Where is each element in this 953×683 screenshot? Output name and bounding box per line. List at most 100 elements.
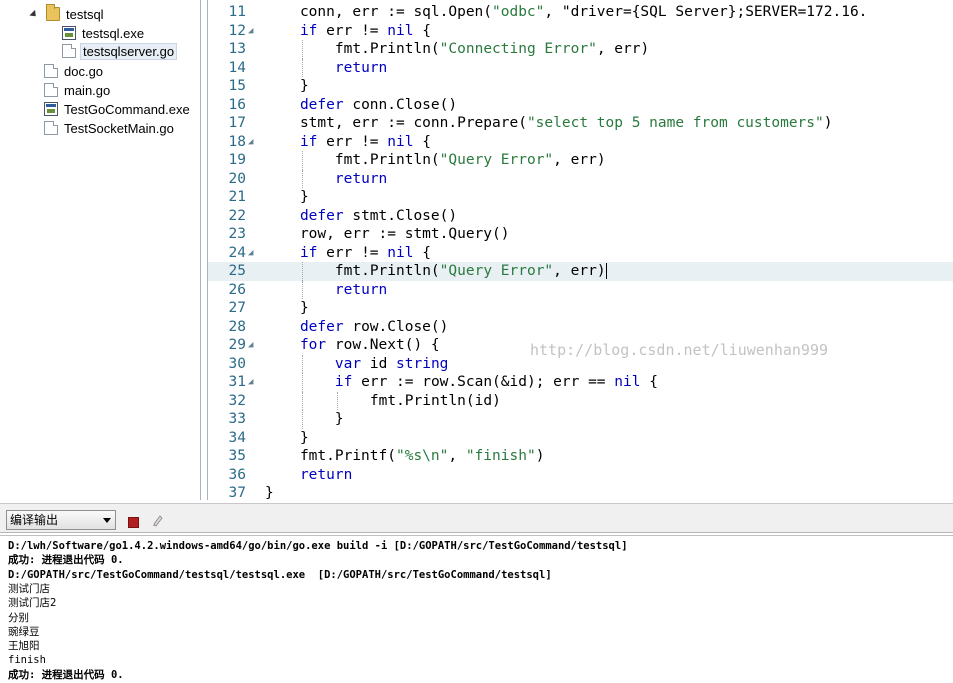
output-line: 测试门店2: [8, 597, 57, 610]
output-line: 分别: [8, 611, 29, 624]
line-number: 18: [228, 133, 246, 150]
line-number: 29: [228, 337, 246, 353]
tree-item-label: doc.go: [64, 63, 104, 79]
tree-file-main-go[interactable]: main.go: [44, 81, 112, 99]
code-line[interactable]: 24 ◢ if err != nil {: [208, 244, 953, 263]
line-number: 35: [228, 448, 246, 464]
code-text: if err != nil {: [299, 244, 431, 261]
clear-output-icon[interactable]: [151, 514, 164, 527]
code-line[interactable]: 23 row, err := stmt.Query(): [208, 225, 953, 244]
tree-item-label: TestSocketMain.go: [64, 120, 174, 136]
indent-guide: [301, 373, 303, 392]
fold-marker-icon[interactable]: ◢: [248, 133, 258, 152]
code-text: defer conn.Close(): [299, 96, 458, 113]
tree-file-testsqlserver-go[interactable]: testsqlserver.go: [62, 42, 178, 60]
code-line[interactable]: 30 var id string: [208, 354, 953, 373]
line-number: 15: [228, 78, 246, 94]
fold-marker-icon[interactable]: ◢: [248, 22, 258, 41]
code-line[interactable]: 14 return: [208, 58, 953, 77]
stop-icon[interactable]: [128, 517, 139, 528]
line-number: 34: [228, 429, 246, 446]
code-line[interactable]: 18 ◢ if err != nil {: [208, 133, 953, 152]
output-line: 成功: 进程退出代码 0.: [8, 668, 124, 681]
tree-item-label: TestGoCommand.exe: [64, 101, 190, 117]
go-file-icon: [44, 121, 58, 135]
code-line[interactable]: 37}: [208, 484, 953, 500]
code-line[interactable]: 15}: [208, 77, 953, 96]
code-line[interactable]: 22 defer stmt.Close(): [208, 207, 953, 226]
fold-marker-icon[interactable]: ◢: [248, 373, 258, 392]
fold-marker-icon[interactable]: ◢: [248, 244, 258, 263]
line-number: 25: [228, 263, 246, 279]
code-text: return: [334, 281, 388, 298]
code-line[interactable]: 12 ◢ if err != nil {: [208, 22, 953, 41]
project-tree: testsql testsql.exe testsqlserver.go doc…: [0, 0, 201, 500]
code-text: row, err := stmt.Query(): [299, 226, 510, 242]
output-line: 王旭阳: [8, 640, 40, 653]
code-line[interactable]: 11 conn, err := sql.Open("odbc", "driver=…: [208, 3, 953, 22]
code-line[interactable]: 17 stmt, err := conn.Prepare("select top …: [208, 114, 953, 133]
code-text: conn, err := sql.Open("odbc", "driver={S…: [299, 4, 868, 20]
code-line[interactable]: 25 fmt.Println("Query Error", err): [208, 262, 953, 281]
output-line: finish: [8, 654, 46, 667]
code-line[interactable]: 28 defer row.Close(): [208, 318, 953, 337]
code-text: }: [265, 485, 274, 500]
code-editor[interactable]: 11 conn, err := sql.Open("odbc", "driver=…: [207, 0, 953, 500]
code-text: return: [334, 59, 388, 76]
code-line[interactable]: 26 return: [208, 280, 953, 299]
code-text: }: [334, 411, 344, 427]
code-line[interactable]: 19 fmt.Println("Query Error", err): [208, 151, 953, 170]
code-text: if err != nil {: [299, 22, 431, 39]
code-text: defer stmt.Close(): [299, 207, 458, 224]
code-line[interactable]: 32 fmt.Println(id): [208, 391, 953, 410]
go-file-icon: [44, 83, 58, 97]
output-line: D:/lwh/Software/go1.4.2.windows-amd64/go…: [8, 540, 628, 552]
line-number: 13: [228, 41, 246, 57]
output-line: 测试门店: [8, 582, 50, 595]
tree-folder-testsql[interactable]: testsql: [29, 4, 106, 23]
code-line[interactable]: 20 return: [208, 169, 953, 188]
code-line[interactable]: 13 fmt.Println("Connecting Error", err): [208, 40, 953, 59]
line-number: 12: [228, 22, 246, 39]
code-line[interactable]: 33}: [208, 410, 953, 429]
code-text: stmt, err := conn.Prepare("select top 5 …: [299, 115, 833, 131]
output-console[interactable]: D:/lwh/Software/go1.4.2.windows-amd64/go…: [0, 535, 953, 683]
code-line[interactable]: 31 ◢ if err := row.Scan(&id); err == nil {: [208, 373, 953, 392]
line-number: 37: [228, 485, 246, 500]
indent-guide: [301, 58, 303, 77]
code-line[interactable]: 27}: [208, 299, 953, 318]
line-number: 24: [228, 244, 246, 261]
code-text: }: [299, 78, 309, 94]
code-text: for row.Next() {: [299, 337, 440, 353]
line-number: 22: [228, 207, 246, 224]
line-number: 30: [228, 355, 246, 372]
tree-file-testsql-exe[interactable]: testsql.exe: [62, 24, 146, 42]
output-type-value: 编译输出: [10, 513, 59, 527]
line-number: 21: [228, 189, 246, 205]
tree-file-testsocketmain-go[interactable]: TestSocketMain.go: [44, 119, 176, 137]
code-text: if err != nil {: [299, 133, 431, 150]
code-line[interactable]: 29 ◢ for row.Next() {: [208, 336, 953, 355]
line-number: 31: [228, 374, 246, 390]
expand-arrow-icon[interactable]: [29, 9, 39, 19]
code-text: fmt.Printf("%s\n", "finish"): [299, 448, 545, 464]
exe-file-icon: [44, 102, 58, 116]
line-number: 23: [228, 226, 246, 242]
line-number: 33: [228, 411, 246, 427]
output-type-dropdown[interactable]: 编译输出: [6, 510, 116, 530]
line-number: 32: [228, 392, 246, 409]
code-text: fmt.Println(id): [369, 392, 501, 409]
code-line[interactable]: 21}: [208, 188, 953, 207]
fold-marker-icon[interactable]: ◢: [248, 336, 258, 355]
code-line[interactable]: 34}: [208, 429, 953, 448]
code-line[interactable]: 35 fmt.Printf("%s\n", "finish"): [208, 447, 953, 466]
code-line[interactable]: 36 return: [208, 466, 953, 485]
tree-file-testgocommand-exe[interactable]: TestGoCommand.exe: [44, 100, 192, 118]
code-line[interactable]: 16 defer conn.Close(): [208, 96, 953, 115]
indent-guide: [336, 391, 338, 410]
output-line: 成功: 进程退出代码 0.: [8, 554, 124, 567]
code-text: fmt.Println("Query Error", err): [334, 152, 606, 168]
tree-file-doc-go[interactable]: doc.go: [44, 62, 105, 80]
indent-guide: [301, 262, 303, 281]
indent-guide: [301, 40, 303, 59]
